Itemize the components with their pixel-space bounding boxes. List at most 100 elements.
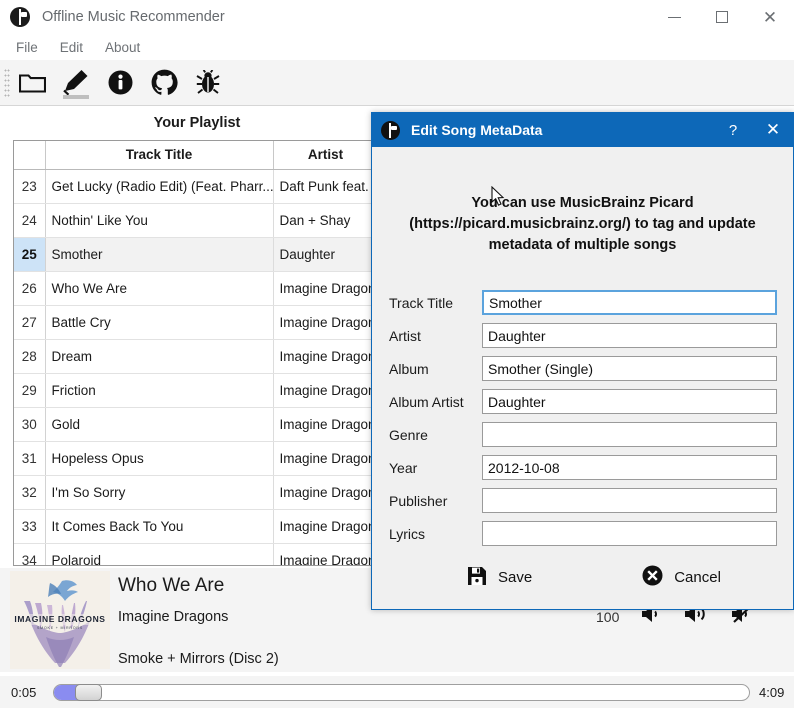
- row-track-title: Smother: [45, 237, 274, 272]
- metadata-form: Track Title Artist Album Album Artist Genre Y…: [389, 290, 777, 547]
- row-artist: Imagine Dragons: [273, 475, 376, 510]
- row-track-title: Hopeless Opus: [45, 441, 274, 476]
- form-row: Year: [389, 455, 777, 481]
- open-folder-icon: [18, 71, 46, 95]
- menu-file[interactable]: File: [5, 37, 49, 58]
- table-row[interactable]: 24 Nothin' Like You Dan + Shay: [14, 203, 376, 238]
- music-app-icon: [381, 120, 400, 140]
- table-row[interactable]: 27 Battle Cry Imagine Dragons: [14, 305, 376, 340]
- row-track-title: Get Lucky (Radio Edit) (Feat. Pharr...: [45, 169, 274, 204]
- playlist-heading: Your Playlist: [0, 108, 394, 138]
- table-row[interactable]: 34 Polaroid Imagine Dragons: [14, 543, 376, 565]
- info-button[interactable]: [98, 62, 142, 104]
- field-label: Artist: [389, 327, 421, 344]
- field-label: Year: [389, 459, 418, 476]
- window-controls: ✕: [650, 0, 794, 34]
- row-track-title: Friction: [45, 373, 274, 408]
- field-input-genre[interactable]: [482, 422, 777, 448]
- maximize-icon: [716, 11, 728, 23]
- dialog-close-button[interactable]: ✕: [753, 113, 793, 147]
- save-floppy-icon: [467, 566, 487, 590]
- row-artist: Daft Punk feat. ...: [273, 169, 376, 204]
- window-title: Offline Music Recommender: [42, 9, 225, 25]
- row-track-title: Nothin' Like You: [45, 203, 274, 238]
- form-row: Album Artist: [389, 389, 777, 415]
- column-header-artist[interactable]: Artist: [273, 141, 376, 170]
- info-icon: [108, 70, 133, 95]
- seek-slider-handle[interactable]: [75, 683, 102, 701]
- row-number: 27: [14, 305, 46, 340]
- row-number: 33: [14, 509, 46, 544]
- close-button[interactable]: ✕: [746, 0, 794, 34]
- row-artist: Imagine Dragons: [273, 271, 376, 306]
- field-label: Album Artist: [389, 393, 464, 410]
- row-artist: Daughter: [273, 237, 376, 272]
- row-track-title: It Comes Back To You: [45, 509, 274, 544]
- menu-about[interactable]: About: [94, 37, 151, 58]
- table-row[interactable]: 25 Smother Daughter: [14, 237, 376, 272]
- column-header-track-title[interactable]: Track Title: [45, 141, 274, 170]
- total-time: 4:09: [759, 684, 785, 700]
- table-row[interactable]: 31 Hopeless Opus Imagine Dragons: [14, 441, 376, 476]
- row-track-title: Battle Cry: [45, 305, 274, 340]
- save-button[interactable]: Save: [462, 563, 537, 593]
- close-icon: ✕: [762, 7, 778, 27]
- seek-slider[interactable]: [53, 683, 750, 701]
- maximize-button[interactable]: [698, 0, 746, 34]
- form-row: Lyrics: [389, 521, 777, 547]
- table-row[interactable]: 32 I'm So Sorry Imagine Dragons: [14, 475, 376, 510]
- window-titlebar: Offline Music Recommender ✕: [0, 0, 794, 34]
- volume-value: 100: [596, 608, 620, 625]
- form-row: Publisher: [389, 488, 777, 514]
- dialog-window-controls: ? ✕: [713, 113, 793, 147]
- minimize-button[interactable]: [650, 0, 698, 34]
- column-header-number[interactable]: [14, 141, 46, 170]
- row-track-title: I'm So Sorry: [45, 475, 274, 510]
- dialog-help-button[interactable]: ?: [713, 113, 753, 147]
- field-input-lyrics[interactable]: [482, 521, 777, 547]
- row-number: 23: [14, 169, 46, 204]
- github-icon: [151, 69, 178, 96]
- row-number: 25: [14, 237, 46, 272]
- row-number: 26: [14, 271, 46, 306]
- row-number: 31: [14, 441, 46, 476]
- svg-text:SMOKE + MIRRORS: SMOKE + MIRRORS: [37, 626, 83, 630]
- menu-edit[interactable]: Edit: [49, 37, 94, 58]
- github-button[interactable]: [142, 62, 186, 104]
- row-artist: Imagine Dragons: [273, 509, 376, 544]
- table-row[interactable]: 33 It Comes Back To You Imagine Dragons: [14, 509, 376, 544]
- open-folder-button[interactable]: [10, 62, 54, 104]
- field-input-album[interactable]: [482, 356, 777, 382]
- table-row[interactable]: 28 Dream Imagine Dragons: [14, 339, 376, 374]
- table-row[interactable]: 29 Friction Imagine Dragons: [14, 373, 376, 408]
- bug-icon: [196, 70, 220, 95]
- edit-metadata-button[interactable]: [54, 62, 98, 104]
- row-artist: Imagine Dragons: [273, 373, 376, 408]
- field-input-track-title[interactable]: [482, 290, 777, 316]
- seek-bar-row: 0:05 4:09: [0, 676, 794, 708]
- menubar: File Edit About: [0, 34, 794, 60]
- now-playing-album: Smoke + Mirrors (Disc 2): [118, 651, 279, 667]
- app-window: Offline Music Recommender ✕ File Edit Ab…: [0, 0, 794, 708]
- field-input-album-artist[interactable]: [482, 389, 777, 415]
- field-input-publisher[interactable]: [482, 488, 777, 514]
- playlist-table-body: 23 Get Lucky (Radio Edit) (Feat. Pharr...…: [14, 169, 376, 565]
- cancel-button-label: Cancel: [674, 569, 721, 587]
- row-number: 34: [14, 543, 46, 565]
- playlist-table-container[interactable]: Track Title Artist 23 Get Lucky (Radio Ed…: [13, 140, 377, 566]
- table-row[interactable]: 23 Get Lucky (Radio Edit) (Feat. Pharr...…: [14, 169, 376, 204]
- table-row[interactable]: 30 Gold Imagine Dragons: [14, 407, 376, 442]
- field-input-artist[interactable]: [482, 323, 777, 349]
- dialog-title: Edit Song MetaData: [411, 122, 543, 138]
- table-row[interactable]: 26 Who We Are Imagine Dragons: [14, 271, 376, 306]
- cancel-button[interactable]: Cancel: [637, 562, 726, 593]
- edit-metadata-dialog: Edit Song MetaData ? ✕ You can use Music…: [371, 112, 794, 610]
- field-label: Genre: [389, 426, 428, 443]
- row-track-title: Who We Are: [45, 271, 274, 306]
- field-input-year[interactable]: [482, 455, 777, 481]
- field-label: Publisher: [389, 492, 448, 509]
- report-bug-button[interactable]: [186, 62, 230, 104]
- field-label: Album: [389, 360, 429, 377]
- row-track-title: Polaroid: [45, 543, 274, 565]
- row-artist: Imagine Dragons: [273, 441, 376, 476]
